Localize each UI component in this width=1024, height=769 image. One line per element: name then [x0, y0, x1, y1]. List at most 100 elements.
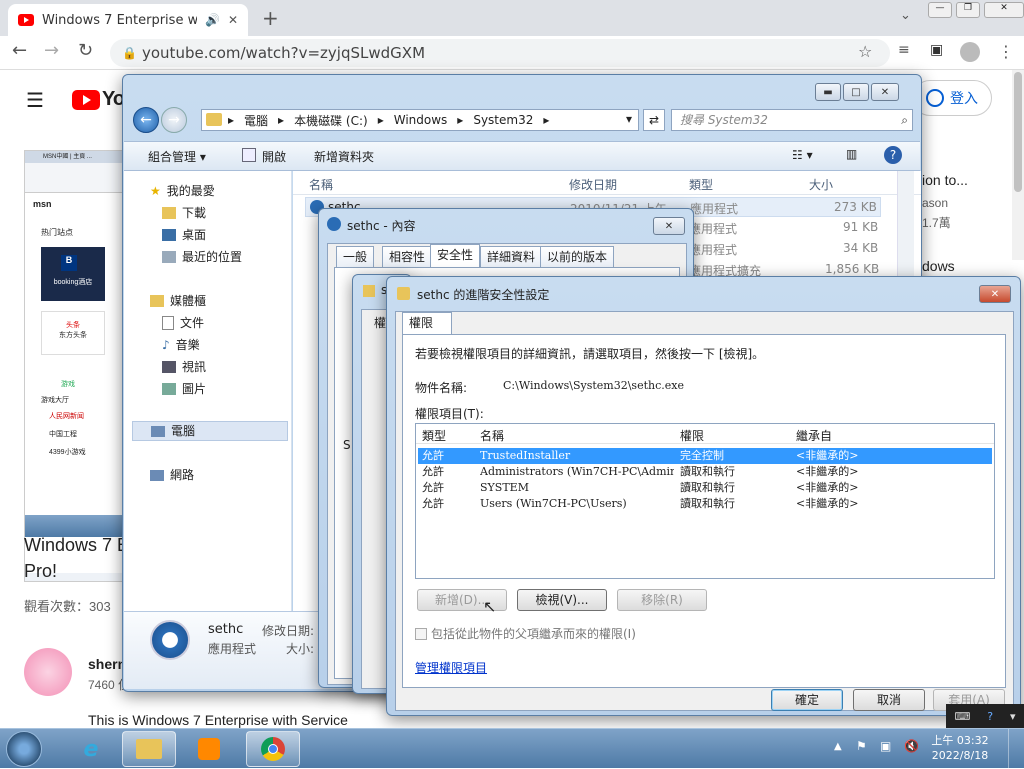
omnibox[interactable]: 🔒 youtube.com/watch?v=zyjqSLwdGXM: [110, 39, 890, 67]
mouse-cursor-icon: ↖: [483, 597, 497, 616]
explorer-minimize-button[interactable]: ▬: [815, 83, 841, 101]
nav-recent[interactable]: 最近的位置: [162, 247, 242, 267]
menu-icon[interactable]: ⋮: [998, 42, 1014, 61]
reload-icon[interactable]: ↻: [78, 40, 93, 61]
flag-icon[interactable]: ⚑: [856, 739, 867, 753]
nav-back-icon[interactable]: ←: [133, 107, 159, 133]
network-tray-icon[interactable]: ▣: [880, 739, 891, 753]
manage-permissions-link[interactable]: 管理權限項目: [415, 659, 487, 676]
refresh-icon[interactable]: ⇄: [643, 109, 665, 131]
preview-pane-icon[interactable]: ▥: [846, 147, 857, 161]
nav-documents[interactable]: 文件: [162, 313, 204, 333]
new-tab-button[interactable]: +: [262, 6, 279, 30]
organize-button[interactable]: 組合管理 ▾: [148, 148, 206, 165]
permission-row[interactable]: 允許 SYSTEM 讀取和執行 <非繼承的>: [418, 480, 992, 496]
tab-details[interactable]: 詳細資料: [480, 246, 543, 268]
chrome-taskbar-button[interactable]: [246, 731, 300, 767]
clock[interactable]: 上午 03:32 2022/8/18: [930, 733, 990, 763]
vm-menu-icon[interactable]: ▾: [1010, 710, 1016, 723]
permission-entries-list[interactable]: 類型 名稱 權限 繼承自 允許 TrustedInstaller 完全控制 <非…: [415, 423, 995, 579]
tab-title: Windows 7 Enterprise with: [42, 12, 197, 28]
explorer-taskbar-button[interactable]: [122, 731, 176, 767]
page-scrollbar[interactable]: [1012, 70, 1024, 260]
profile-icon[interactable]: [960, 42, 980, 62]
breadcrumb-dropdown-icon[interactable]: ▾: [626, 112, 632, 126]
tab-security[interactable]: 安全性: [430, 244, 481, 268]
explorer-close-button[interactable]: ✕: [871, 83, 899, 101]
hamburger-icon[interactable]: ☰: [26, 88, 44, 113]
advanced-title: sethc 的進階安全性設定: [417, 288, 550, 302]
open-button[interactable]: 開啟: [242, 148, 286, 165]
signin-button[interactable]: 登入: [912, 80, 992, 116]
download-folder-icon: [162, 207, 176, 219]
column-name[interactable]: 名稱: [309, 176, 333, 193]
media-player-taskbar-button[interactable]: [182, 731, 236, 767]
bookmark-star-icon[interactable]: ☆: [858, 42, 872, 61]
help-icon[interactable]: ?: [884, 146, 902, 164]
entries-label: 權限項目(T):: [415, 407, 484, 421]
volume-icon[interactable]: 🔇: [904, 739, 919, 753]
thumb-tab: MSN中國 | 主頁 ...: [25, 151, 123, 163]
channel-name[interactable]: shern: [88, 656, 126, 672]
nav-favorites[interactable]: ★ 我的最愛: [150, 181, 215, 201]
browser-tab[interactable]: Windows 7 Enterprise with 🔊 ✕: [8, 4, 248, 36]
nav-videos[interactable]: 視訊: [162, 357, 206, 377]
nav-downloads[interactable]: 下載: [162, 203, 206, 223]
search-icon[interactable]: ⌕: [901, 110, 908, 130]
channel-avatar[interactable]: [24, 648, 72, 696]
nav-computer[interactable]: 電腦: [132, 421, 288, 441]
news-tile[interactable]: 头条 东方头条: [41, 311, 105, 355]
nav-pictures[interactable]: 圖片: [162, 379, 206, 399]
remove-button[interactable]: 移除(R): [617, 589, 707, 611]
tab-compat[interactable]: 相容性: [382, 246, 433, 268]
column-size[interactable]: 大小: [809, 176, 833, 193]
permission-row[interactable]: 允許 Users (Win7CH-PC\Users) 讀取和執行 <非繼承的>: [418, 496, 992, 512]
keyboard-icon[interactable]: ⌨: [954, 710, 970, 723]
new-folder-button[interactable]: 新增資料夾: [314, 148, 374, 165]
nav-forward-icon[interactable]: →: [161, 107, 187, 133]
search-input[interactable]: 搜尋 System32 ⌕: [671, 109, 913, 131]
permission-row[interactable]: 允許 Administrators (Win7CH-PC\Administ...…: [418, 464, 992, 480]
vm-help-icon[interactable]: ?: [987, 710, 993, 723]
sidepanel-icon[interactable]: ▣: [930, 42, 943, 58]
col-name[interactable]: 名稱: [480, 427, 504, 444]
tab-general[interactable]: 一般: [336, 246, 375, 268]
advanced-close-button[interactable]: ✕: [979, 285, 1011, 303]
explorer-maximize-button[interactable]: □: [843, 83, 869, 101]
video-player[interactable]: MSN中國 | 主頁 ... msn 热门站点 booking酒店 B 头条 东方…: [24, 150, 124, 582]
view-button[interactable]: 檢視(V)...: [517, 589, 607, 611]
ie-taskbar-button[interactable]: e: [64, 731, 118, 767]
back-icon[interactable]: ←: [12, 40, 27, 61]
folder-icon: [206, 113, 222, 126]
audio-icon[interactable]: 🔊: [205, 13, 220, 27]
col-type[interactable]: 類型: [422, 427, 446, 444]
nav-network[interactable]: 網路: [150, 465, 194, 485]
inherit-checkbox[interactable]: 包括從此物件的父項繼承而來的權限(I): [415, 625, 636, 642]
col-perm[interactable]: 權限: [680, 427, 704, 444]
breadcrumb[interactable]: ▸ 電腦 ▸ 本機磁碟 (C:) ▸ Windows ▸ System32 ▸ ▾: [201, 109, 639, 131]
properties-close-button[interactable]: ✕: [653, 217, 685, 235]
show-desktop-button[interactable]: [1008, 729, 1024, 769]
media-icon[interactable]: ≡: [898, 42, 910, 58]
nav-music[interactable]: ♪ 音樂: [162, 335, 200, 355]
cancel-button[interactable]: 取消: [853, 689, 925, 711]
forward-icon[interactable]: →: [44, 40, 59, 61]
start-button[interactable]: [6, 731, 42, 767]
tab-permissions[interactable]: 權限: [402, 312, 452, 336]
column-date[interactable]: 修改日期: [569, 176, 617, 193]
nav-libraries[interactable]: 媒體櫃: [150, 291, 206, 311]
restore-button[interactable]: ❐: [956, 2, 980, 18]
tab-previous[interactable]: 以前的版本: [540, 246, 615, 268]
view-options-icon[interactable]: ☷ ▾: [792, 148, 813, 162]
nav-desktop[interactable]: 桌面: [162, 225, 206, 245]
ok-button[interactable]: 確定: [771, 689, 843, 711]
msn-logo: msn: [33, 199, 52, 209]
col-inherit[interactable]: 繼承自: [796, 427, 832, 444]
tab-close-icon[interactable]: ✕: [228, 13, 238, 27]
close-button[interactable]: ✕: [984, 2, 1024, 18]
permission-row[interactable]: 允許 TrustedInstaller 完全控制 <非繼承的>: [418, 448, 992, 464]
tray-expand-icon[interactable]: ▲: [834, 741, 842, 752]
tab-search-icon[interactable]: ⌄: [900, 8, 911, 23]
column-type[interactable]: 類型: [689, 176, 713, 193]
minimize-button[interactable]: —: [928, 2, 952, 18]
